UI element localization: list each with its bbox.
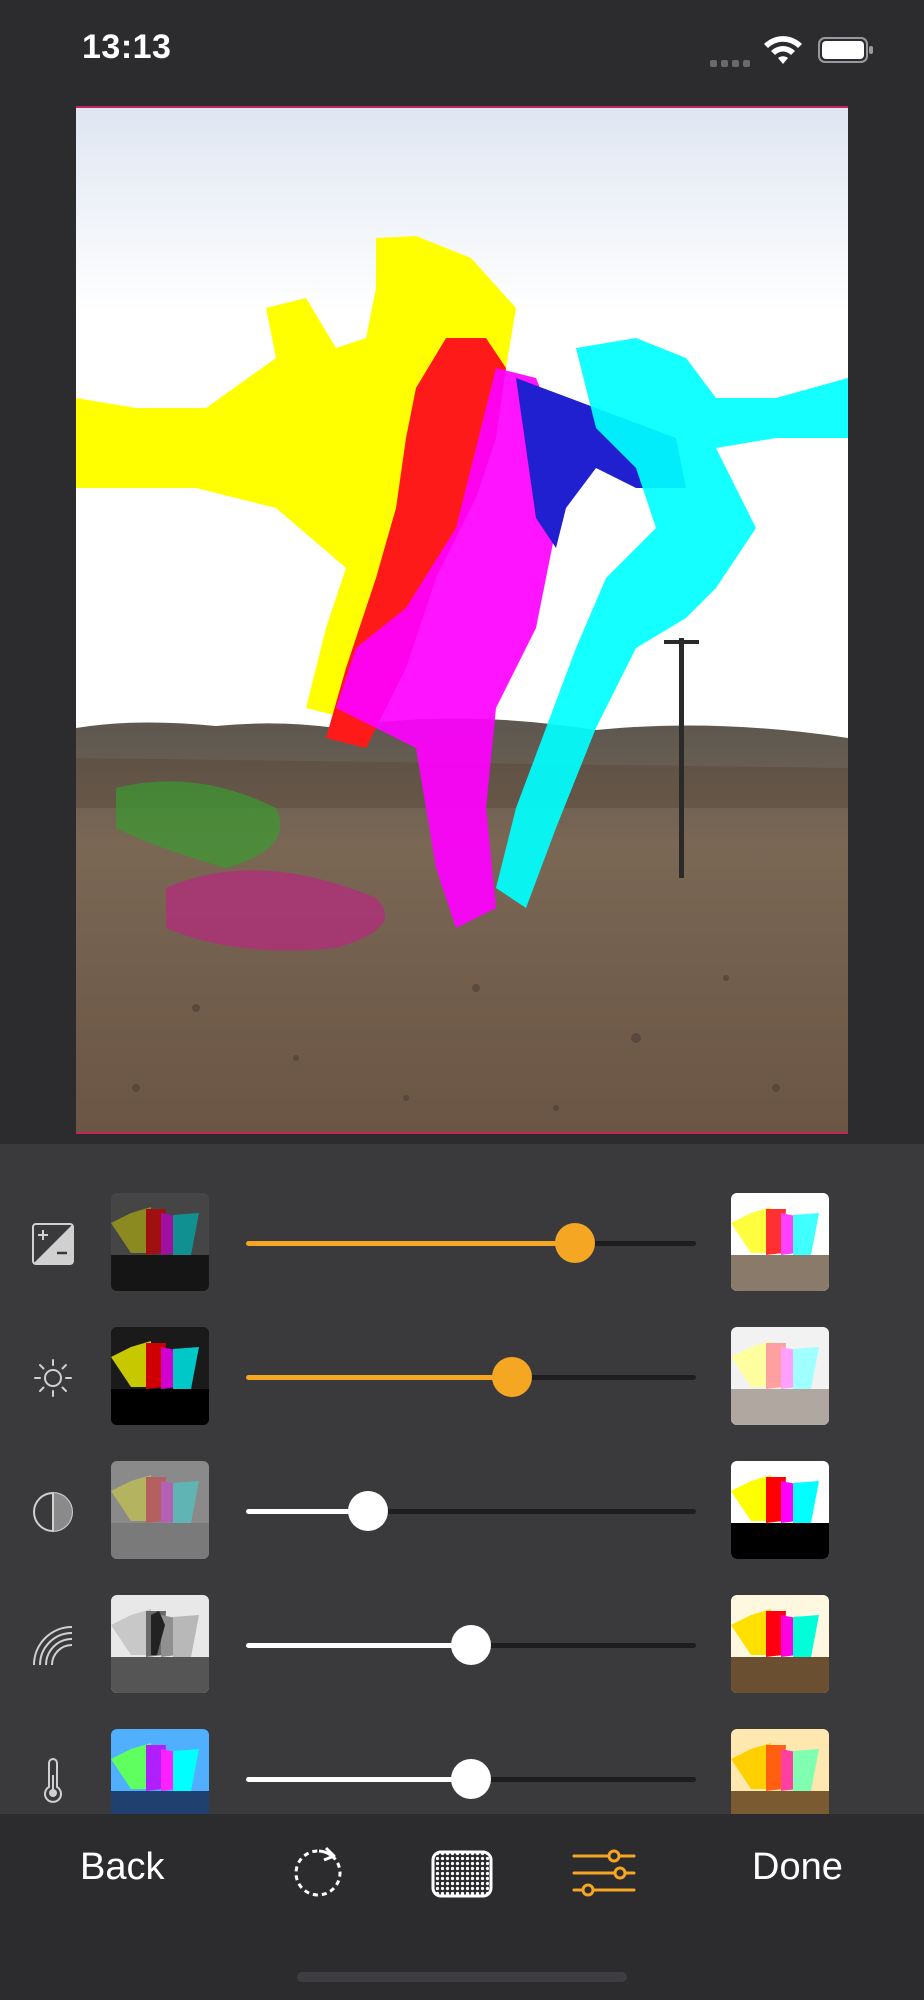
adjustment-row-brightness	[0, 1327, 924, 1427]
exposure-icon	[32, 1223, 74, 1265]
saturation-icon	[33, 1626, 73, 1666]
exposure-low-preview	[111, 1193, 209, 1291]
wifi-icon	[764, 36, 802, 64]
temperature-cool-preview	[111, 1729, 209, 1814]
adjustment-row-temperature	[0, 1729, 924, 1814]
temperature-slider[interactable]	[246, 1759, 696, 1799]
back-button[interactable]: Back	[80, 1846, 164, 1889]
saturation-high-preview	[731, 1595, 829, 1693]
home-indicator	[297, 1972, 627, 1982]
battery-icon	[818, 37, 873, 63]
texture-icon[interactable]	[430, 1846, 494, 1900]
brightness-low-preview	[111, 1327, 209, 1425]
brightness-slider-fill	[246, 1375, 512, 1380]
adjustments-panel	[0, 1144, 924, 1814]
contrast-icon	[33, 1492, 73, 1532]
status-bar: 13:13	[0, 0, 924, 100]
exposure-high-preview	[731, 1193, 829, 1291]
contrast-slider-knob[interactable]	[347, 1491, 388, 1531]
temperature-slider-fill	[246, 1777, 471, 1782]
brightness-high-preview	[731, 1327, 829, 1425]
saturation-low-preview	[111, 1595, 209, 1693]
adjustment-row-saturation	[0, 1595, 924, 1695]
temperature-icon	[44, 1758, 62, 1803]
status-time: 13:13	[82, 28, 172, 66]
brightness-slider-knob[interactable]	[491, 1357, 532, 1397]
contrast-low-preview	[111, 1461, 209, 1559]
exposure-slider[interactable]	[246, 1223, 696, 1263]
bottom-toolbar: Back Done	[0, 1814, 924, 2000]
reset-icon[interactable]	[292, 1846, 346, 1900]
saturation-slider[interactable]	[246, 1625, 696, 1665]
adjust-sliders-icon[interactable]	[572, 1846, 636, 1900]
brightness-icon	[34, 1359, 72, 1397]
temperature-warm-preview	[731, 1729, 829, 1814]
brightness-slider[interactable]	[246, 1357, 696, 1397]
contrast-high-preview	[731, 1461, 829, 1559]
adjustment-row-exposure	[0, 1193, 924, 1293]
done-button[interactable]: Done	[752, 1846, 843, 1889]
adjustment-row-contrast	[0, 1461, 924, 1561]
temperature-slider-knob[interactable]	[451, 1759, 491, 1799]
exposure-slider-fill	[246, 1241, 575, 1246]
exposure-slider-knob[interactable]	[554, 1223, 595, 1263]
saturation-slider-knob[interactable]	[451, 1625, 491, 1665]
saturation-slider-fill	[246, 1643, 471, 1648]
contrast-slider[interactable]	[246, 1491, 696, 1531]
photo-preview[interactable]	[76, 106, 848, 1134]
signal-icon	[710, 54, 754, 72]
